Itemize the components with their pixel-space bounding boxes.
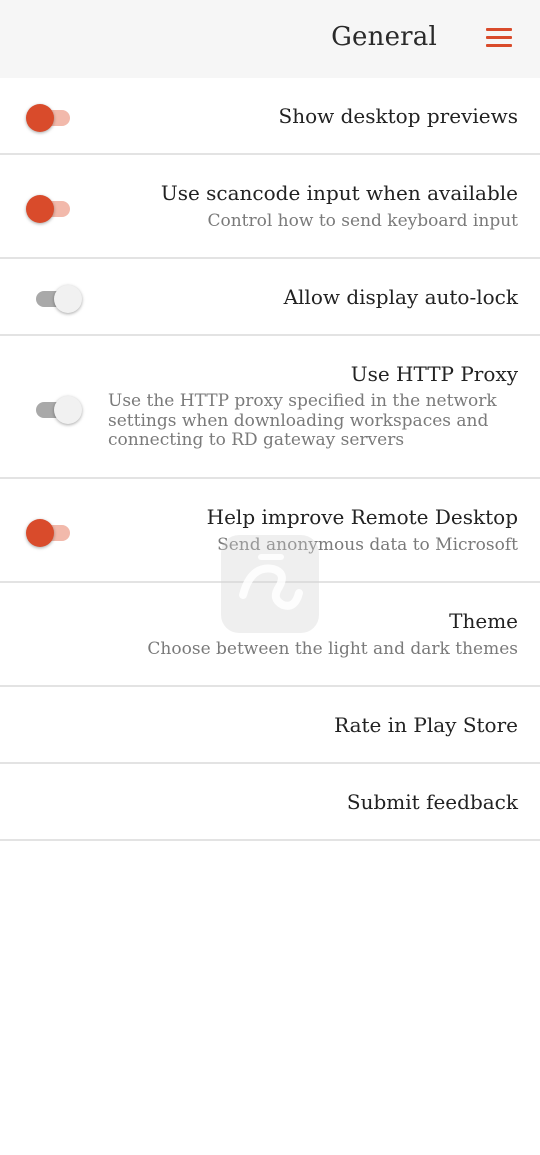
menu-bar-bottom — [486, 44, 512, 47]
setting-theme[interactable]: Theme Choose between the light and dark … — [0, 583, 540, 687]
setting-label: Allow display auto-lock — [283, 285, 518, 309]
setting-subtitle: Use the HTTP proxy specified in the netw… — [108, 391, 497, 450]
setting-help-improve[interactable]: Help improve Remote Desktop Send anonymo… — [0, 479, 540, 583]
setting-subtitle: Send anonymous data to Microsoft — [217, 535, 518, 555]
setting-text: Use HTTP Proxy Use the HTTP proxy specif… — [108, 362, 518, 451]
setting-subtitle: Control how to send keyboard input — [207, 211, 518, 231]
setting-show-desktop-previews[interactable]: Show desktop previews — [0, 78, 540, 155]
app-bar: General — [0, 0, 540, 78]
menu-bar-top — [486, 28, 512, 31]
setting-label: Show desktop previews — [278, 104, 518, 128]
setting-text: Help improve Remote Desktop Send anonymo… — [207, 505, 518, 555]
setting-label: Use scancode input when available — [160, 181, 518, 205]
setting-submit-feedback[interactable]: Submit feedback — [0, 764, 540, 841]
setting-rate-play-store[interactable]: Rate in Play Store — [0, 687, 540, 764]
toggle-thumb — [54, 396, 82, 424]
toggle-thumb — [54, 285, 82, 313]
setting-text: Use scancode input when available Contro… — [161, 181, 518, 231]
show-desktop-previews-toggle[interactable] — [26, 102, 84, 132]
setting-text: Allow display auto-lock — [284, 285, 518, 309]
setting-label: Rate in Play Store — [334, 713, 518, 737]
setting-http-proxy[interactable]: Use HTTP Proxy Use the HTTP proxy specif… — [0, 336, 540, 479]
setting-label: Use HTTP Proxy — [350, 362, 518, 386]
menu-bar-middle — [486, 36, 512, 39]
settings-list: Show desktop previews Use scancode input… — [0, 78, 540, 841]
setting-text: Show desktop previews — [279, 104, 518, 128]
setting-label: Theme — [449, 609, 518, 633]
hamburger-menu-icon[interactable] — [486, 28, 512, 50]
scancode-input-toggle[interactable] — [26, 193, 84, 223]
setting-label: Submit feedback — [346, 790, 518, 814]
toggle-thumb — [26, 519, 54, 547]
setting-text: Theme Choose between the light and dark … — [147, 609, 518, 659]
setting-scancode-input[interactable]: Use scancode input when available Contro… — [0, 155, 540, 259]
setting-text: Rate in Play Store — [334, 713, 518, 737]
help-improve-toggle[interactable] — [26, 517, 84, 547]
setting-subtitle: Choose between the light and dark themes — [147, 639, 518, 659]
toggle-thumb — [26, 195, 54, 223]
page-title: General — [331, 22, 437, 52]
display-auto-lock-toggle[interactable] — [26, 283, 84, 313]
setting-text: Submit feedback — [347, 790, 518, 814]
toggle-thumb — [26, 104, 54, 132]
setting-label: Help improve Remote Desktop — [206, 505, 518, 529]
http-proxy-toggle[interactable] — [26, 394, 84, 424]
setting-display-auto-lock[interactable]: Allow display auto-lock — [0, 259, 540, 336]
